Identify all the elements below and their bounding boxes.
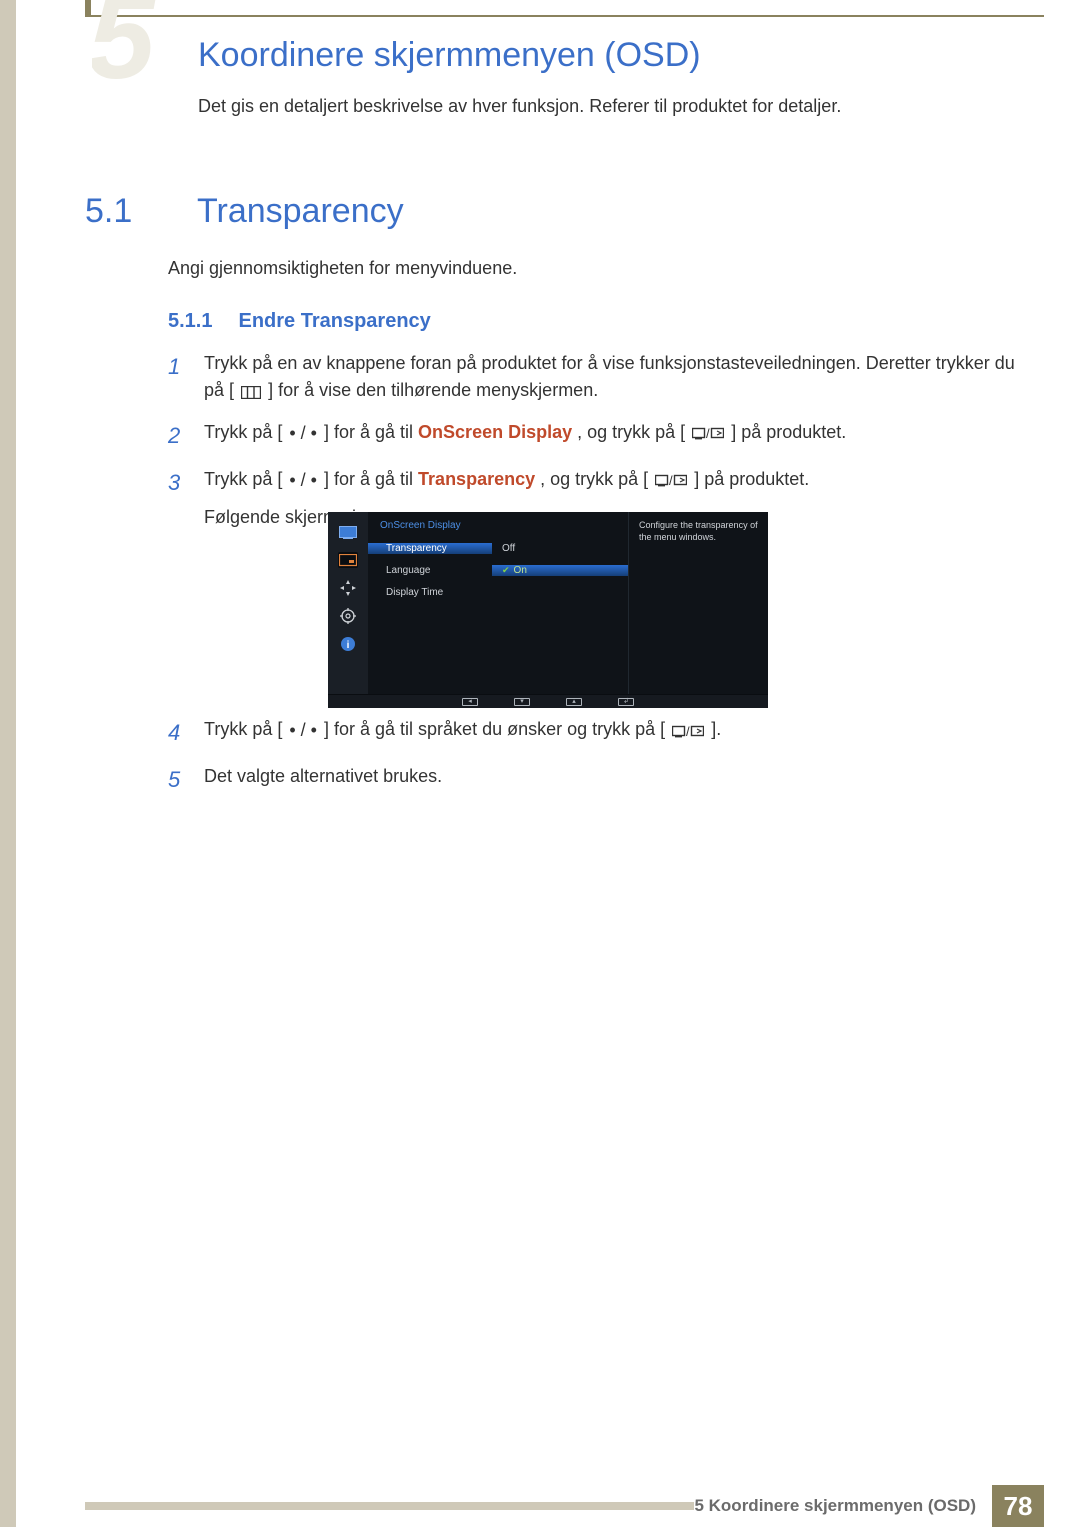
dot-slash-dot-icon: • / • xyxy=(287,420,319,447)
step-4: 4 Trykk på [ • / • ] for å gå til språke… xyxy=(168,716,1020,749)
step-2: 2 Trykk på [ • / • ] for å gå til OnScre… xyxy=(168,419,1020,452)
text-fragment: ]. xyxy=(711,719,721,739)
svg-text:/: / xyxy=(706,427,710,440)
step-index: 3 xyxy=(168,466,186,531)
dot-slash-dot-icon: • / • xyxy=(287,717,319,744)
step-index: 5 xyxy=(168,763,186,796)
osd-icon-picture xyxy=(338,524,358,540)
svg-text:i: i xyxy=(347,640,350,651)
osd-icon-info: i xyxy=(338,636,358,652)
page-footer: 5 Koordinere skjermmenyen (OSD) 78 xyxy=(85,1485,1044,1527)
osd-icon-position xyxy=(338,580,358,596)
text-fragment: ] for å gå til språket du ønsker og tryk… xyxy=(324,719,665,739)
subsection-title: Endre Transparency xyxy=(238,310,430,333)
chapter-number: 5 xyxy=(92,0,155,82)
select-source-icon: / xyxy=(670,717,706,744)
text-fragment: , og trykk på [ xyxy=(577,422,685,442)
osd-sidebar: i xyxy=(328,512,368,694)
select-source-icon: / xyxy=(690,420,726,447)
step-index: 4 xyxy=(168,716,186,749)
text-fragment: Trykk på [ xyxy=(204,469,282,489)
svg-text:/: / xyxy=(686,725,690,738)
osd-row-value: On xyxy=(492,565,628,576)
chapter-intro: Det gis en detaljert beskrivelse av hver… xyxy=(198,96,1020,117)
subsection-header: 5.1.1 Endre Transparency xyxy=(168,310,431,333)
osd-row-label: Transparency xyxy=(368,543,492,554)
step-index: 1 xyxy=(168,350,186,405)
text-fragment: Trykk på [ xyxy=(204,719,282,739)
step-text: Det valgte alternativet brukes. xyxy=(204,763,1020,796)
section-title: Transparency xyxy=(197,192,404,231)
osd-rows: Transparency Off Language On Display Tim… xyxy=(368,537,628,603)
step-5: 5 Det valgte alternativet brukes. xyxy=(168,763,1020,796)
osd-description: Configure the transparency of the menu w… xyxy=(628,512,768,694)
chapter-title: Koordinere skjermmenyen (OSD) xyxy=(198,36,701,75)
dot-slash-dot-icon: • / • xyxy=(287,467,319,494)
svg-text:/: / xyxy=(669,474,673,487)
page-number: 78 xyxy=(992,1485,1044,1527)
nav-enter-icon: ↲ xyxy=(618,698,634,706)
emphasis-transparency: Transparency xyxy=(418,469,535,489)
chapter-number-block: 5 xyxy=(92,0,182,82)
menu-icon xyxy=(239,378,263,405)
nav-up-icon: ▴ xyxy=(566,698,582,706)
osd-title: OnScreen Display xyxy=(368,512,628,537)
osd-row-label: Display Time xyxy=(368,587,492,598)
nav-down-icon: ▾ xyxy=(514,698,530,706)
text-fragment: ] på produktet. xyxy=(694,469,809,489)
nav-left-icon: ◂ xyxy=(462,698,478,706)
section-header: 5.1 Transparency xyxy=(85,192,1044,231)
osd-screenshot: i OnScreen Display Transparency Off Lang… xyxy=(328,512,768,708)
osd-row-transparency: Transparency Off xyxy=(368,537,628,559)
osd-row-label: Language xyxy=(368,565,492,576)
emphasis-onscreen-display: OnScreen Display xyxy=(418,422,572,442)
osd-icon-settings xyxy=(338,608,358,624)
side-strip xyxy=(0,0,16,1527)
top-rule xyxy=(85,15,1044,17)
osd-panel: i OnScreen Display Transparency Off Lang… xyxy=(328,512,768,694)
text-fragment: Trykk på [ xyxy=(204,422,282,442)
step-index: 2 xyxy=(168,419,186,452)
text-fragment: ] for å gå til xyxy=(324,469,418,489)
osd-nav-bar: ◂ ▾ ▴ ↲ xyxy=(328,694,768,708)
section-body: Angi gjennomsiktigheten for menyvinduene… xyxy=(168,258,1020,279)
text-fragment: ] for å gå til xyxy=(324,422,418,442)
text-fragment: ] på produktet. xyxy=(731,422,846,442)
osd-row-transparency-on: Language On xyxy=(368,559,628,581)
subsection-number: 5.1.1 xyxy=(168,310,212,333)
select-source-icon: / xyxy=(653,467,689,494)
osd-main: OnScreen Display Transparency Off Langua… xyxy=(368,512,628,694)
text-fragment: , og trykk på [ xyxy=(540,469,648,489)
text-fragment: ] for å vise den tilhørende menyskjermen… xyxy=(268,380,598,400)
osd-icon-onscreen xyxy=(338,552,358,568)
step-text: Trykk på [ • / • ] for å gå til språket … xyxy=(204,716,1020,749)
step-1: 1 Trykk på en av knappene foran på produ… xyxy=(168,350,1020,405)
section-number: 5.1 xyxy=(85,192,167,231)
osd-row-displaytime: Display Time xyxy=(368,581,628,603)
step-text: Trykk på en av knappene foran på produkt… xyxy=(204,350,1020,405)
osd-row-value: Off xyxy=(492,543,628,554)
footer-label: 5 Koordinere skjermmenyen (OSD) xyxy=(694,1496,992,1516)
steps-block-2: 4 Trykk på [ • / • ] for å gå til språke… xyxy=(168,716,1020,810)
step-text: Trykk på [ • / • ] for å gå til OnScreen… xyxy=(204,419,1020,452)
accent-top xyxy=(85,0,91,15)
